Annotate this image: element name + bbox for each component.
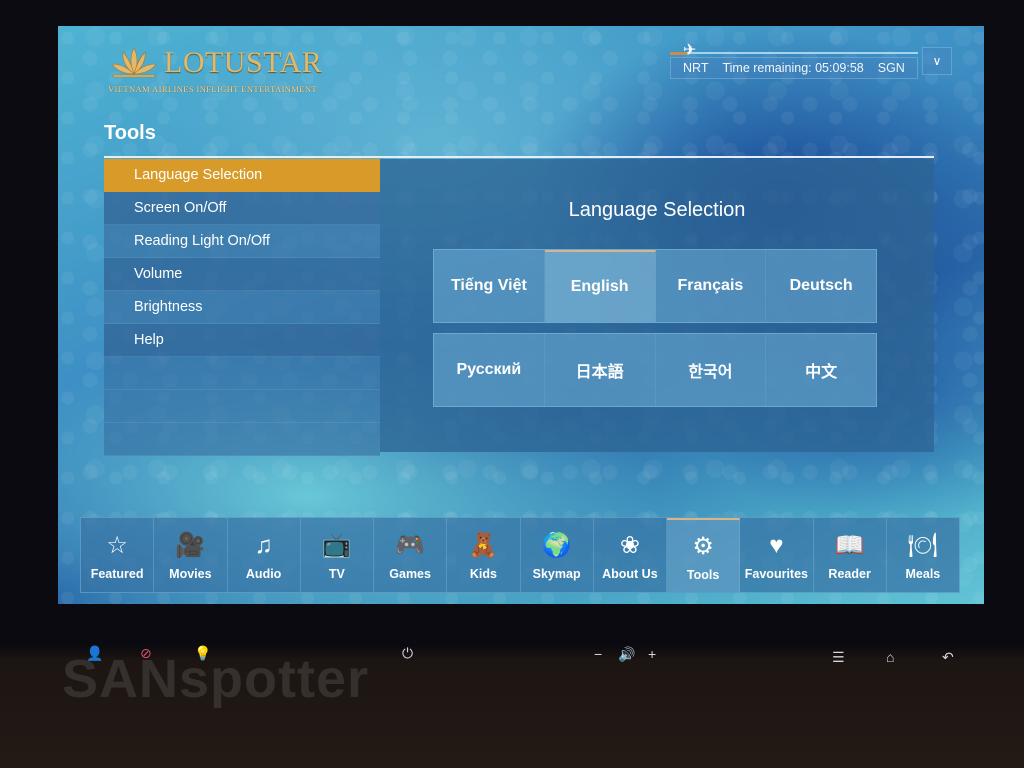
language-button-english[interactable]: English — [544, 250, 656, 322]
speaker-icon: 🔊 — [618, 646, 636, 662]
nav-tools[interactable]: ⚙ Tools — [667, 518, 741, 592]
language-button-japanese[interactable]: 日本語 — [545, 334, 656, 406]
menu-item-reading-light[interactable]: Reading Light On/Off — [104, 225, 380, 258]
back-icon[interactable]: ↶ — [942, 650, 954, 664]
menu-item-empty — [104, 390, 380, 423]
nav-reader[interactable]: 📖 Reader — [814, 518, 887, 592]
language-row: Русский 日本語 한국어 中文 — [433, 333, 877, 407]
destination-airport: SGN — [877, 61, 905, 75]
origin-airport: NRT — [683, 61, 709, 75]
main-nav-bar: ☆ Featured 🎥 Movies ♫ Audio 📺 TV 🎮 Games… — [80, 517, 960, 593]
brand-name: LOTUSTAR — [164, 46, 323, 79]
flight-info-toggle-button[interactable]: ∨ — [922, 47, 952, 75]
nav-label: Tools — [686, 568, 720, 582]
star-icon: ☆ — [106, 532, 128, 559]
menu-item-empty — [104, 423, 380, 456]
gamepad-icon: 🎮 — [395, 532, 426, 559]
attendant-cancel-icon[interactable]: ⊘ — [140, 646, 152, 660]
nav-games[interactable]: 🎮 Games — [374, 518, 448, 592]
language-grid: Tiếng Việt English Français Deutsch Русс… — [433, 249, 877, 407]
content-title: Language Selection — [568, 199, 746, 221]
gear-icon: ⚙ — [692, 533, 714, 560]
tools-panel: Language Selection Screen On/Off Reading… — [104, 156, 934, 456]
panel-divider — [104, 156, 934, 158]
watermark: SANspotter — [62, 649, 370, 709]
language-row: Tiếng Việt English Français Deutsch — [433, 249, 877, 323]
nav-label: TV — [328, 567, 345, 581]
nav-label: Skymap — [532, 567, 581, 581]
nav-label: Reader — [828, 567, 871, 581]
page-title: Tools — [104, 122, 156, 144]
nav-label: Kids — [469, 567, 497, 581]
nav-label: About Us — [602, 567, 658, 581]
lotustar-logo: LOTUSTAR — [108, 44, 322, 78]
menu-item-language-selection[interactable]: Language Selection — [104, 159, 380, 192]
flight-info-bar: NRT Time remaining: 05:09:58 SGN — [670, 57, 918, 79]
nav-about-us[interactable]: ❀ About Us — [594, 518, 667, 592]
nav-favourites[interactable]: ♥ Favourites — [740, 518, 814, 592]
language-button-french[interactable]: Français — [656, 250, 767, 322]
plate-cutlery-icon: 🍽 — [907, 532, 939, 559]
nav-movies[interactable]: 🎥 Movies — [154, 518, 228, 592]
lotus-logo-icon — [111, 47, 157, 78]
tv-icon: 📺 — [321, 532, 352, 559]
nav-meals[interactable]: 🍽 Meals — [887, 518, 959, 592]
language-button-vietnamese[interactable]: Tiếng Việt — [434, 250, 545, 322]
nav-skymap[interactable]: 🌍 Skymap — [521, 518, 594, 592]
nav-label: Movies — [169, 567, 212, 581]
language-button-russian[interactable]: Русский — [434, 334, 545, 406]
lotus-icon: ❀ — [619, 532, 640, 559]
nav-kids[interactable]: 🧸 Kids — [447, 518, 521, 592]
language-button-german[interactable]: Deutsch — [766, 250, 876, 322]
menu-item-help[interactable]: Help — [104, 324, 380, 357]
teddy-bear-icon: 🧸 — [468, 532, 499, 559]
heart-icon: ♥ — [769, 532, 784, 559]
menu-item-screen-on-off[interactable]: Screen On/Off — [104, 192, 380, 225]
globe-icon: 🌍 — [541, 532, 572, 559]
language-button-korean[interactable]: 한국어 — [656, 334, 767, 406]
tools-menu: Language Selection Screen On/Off Reading… — [104, 159, 380, 456]
nav-tv[interactable]: 📺 TV — [301, 518, 374, 592]
volume-down-icon[interactable]: − — [594, 647, 602, 661]
ife-screen: LOTUSTAR VIETNAM AIRLINES INFLIGHT ENTER… — [58, 26, 984, 604]
brand-tagline: VIETNAM AIRLINES INFLIGHT ENTERTAINMENT — [108, 84, 318, 94]
nav-label: Meals — [905, 567, 941, 581]
language-selection-content: Language Selection Tiếng Việt English Fr… — [380, 159, 934, 452]
music-note-icon: ♫ — [254, 532, 273, 559]
language-button-chinese[interactable]: 中文 — [766, 334, 876, 406]
movie-camera-icon: 🎥 — [175, 532, 206, 559]
nav-label: Featured — [90, 567, 144, 581]
nav-label: Audio — [245, 567, 282, 581]
menu-item-empty — [104, 357, 380, 390]
menu-item-brightness[interactable]: Brightness — [104, 291, 380, 324]
nav-label: Games — [389, 567, 431, 581]
flight-progress-widget: ✈ NRT Time remaining: 05:09:58 SGN ∨ — [670, 43, 953, 79]
chevron-down-icon: ∨ — [932, 54, 942, 68]
nav-audio[interactable]: ♫ Audio — [228, 518, 301, 592]
nav-featured[interactable]: ☆ Featured — [81, 518, 155, 592]
menu-item-volume[interactable]: Volume — [104, 258, 380, 291]
nav-label: Favourites — [744, 567, 808, 581]
flight-progress-track — [680, 52, 918, 54]
reading-light-icon[interactable]: 💡 — [194, 646, 211, 660]
power-icon[interactable]: ⏻ — [402, 646, 413, 660]
menu-list-icon[interactable]: ☰ — [832, 650, 845, 664]
time-remaining: Time remaining: 05:09:58 — [722, 61, 864, 75]
book-icon: 📖 — [834, 532, 865, 559]
volume-up-icon[interactable]: + — [648, 647, 656, 661]
attendant-call-icon[interactable]: 👤 — [86, 646, 103, 660]
home-icon[interactable]: ⌂ — [886, 650, 894, 664]
